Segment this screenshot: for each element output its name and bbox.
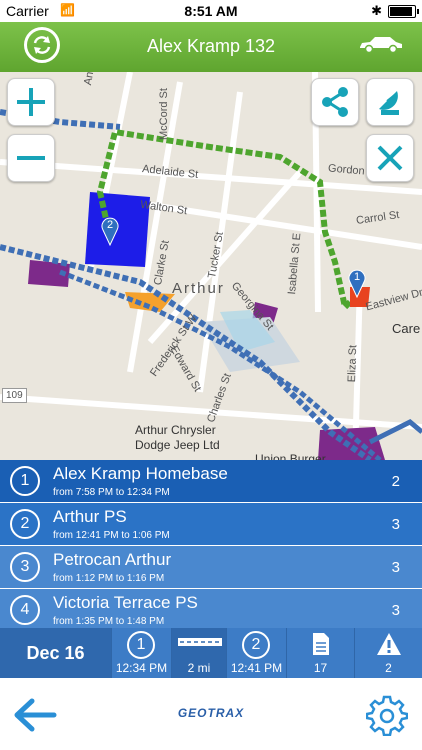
start-time: 12:34 PM — [115, 661, 168, 675]
status-bar: Carrier 📶 8:51 AM ✱ — [0, 0, 422, 22]
end-stop-number: 2 — [242, 631, 270, 659]
close-icon — [377, 145, 403, 171]
stop-count: 2 — [391, 473, 400, 490]
stop-count: 3 — [391, 516, 400, 533]
date-selector[interactable]: Dec 16 — [0, 628, 111, 678]
zoom-in-button[interactable] — [7, 78, 55, 126]
footer: GEOTRAX — [0, 678, 422, 750]
alerts-button[interactable]: 2 — [354, 628, 422, 678]
map-label: Care — [392, 321, 421, 336]
stop-count: 3 — [391, 602, 400, 619]
map-label: McCord St — [158, 88, 170, 140]
share-icon — [322, 87, 348, 117]
map-label: Arthur — [172, 280, 225, 297]
gear-icon — [365, 695, 409, 737]
stop-time: from 1:35 PM to 1:48 PM — [53, 616, 165, 627]
warning-icon — [377, 633, 401, 655]
stop-row[interactable]: 3 Petrocan Arthur from 1:12 PM to 1:16 P… — [0, 546, 422, 588]
document-icon — [313, 633, 329, 655]
stop-name: Petrocan Arthur — [53, 550, 172, 569]
stop-marker-2[interactable]: 2 — [100, 216, 120, 247]
stop-number: 2 — [10, 509, 40, 539]
end-stop-cell[interactable]: 2 12:41 PM — [226, 628, 286, 678]
satellite-icon — [379, 91, 399, 115]
alert-count: 2 — [385, 661, 392, 675]
road-icon — [178, 638, 222, 646]
stop-name: Victoria Terrace PS — [53, 593, 198, 612]
route-map[interactable]: Andrew St McCord St Adelaide St Walton S… — [0, 72, 422, 460]
share-button[interactable] — [311, 78, 359, 126]
stop-number: 4 — [10, 595, 40, 625]
clock: 8:51 AM — [184, 3, 238, 19]
stop-marker-1[interactable]: 1 — [347, 268, 367, 299]
map-label: Arthur Chrysler — [135, 423, 216, 437]
stop-row[interactable]: 1 Alex Kramp Homebase from 7:58 PM to 12… — [0, 460, 422, 502]
start-stop-cell[interactable]: 1 12:34 PM — [111, 628, 171, 678]
stop-list: 1 Alex Kramp Homebase from 7:58 PM to 12… — [0, 460, 422, 628]
battery-icon — [388, 5, 419, 18]
zoom-out-button[interactable] — [7, 134, 55, 182]
map-label: Dodge Jeep Ltd — [135, 438, 220, 452]
trip-date: Dec 16 — [26, 643, 85, 663]
geotrax-logo: GEOTRAX — [177, 706, 245, 720]
stop-time: from 7:58 PM to 12:34 PM — [53, 487, 170, 498]
settings-button[interactable] — [365, 694, 409, 737]
close-map-button[interactable] — [366, 134, 414, 182]
documents-button[interactable]: 17 — [286, 628, 354, 678]
bluetooth-icon: ✱ — [371, 3, 382, 18]
distance-cell[interactable]: 2 mi — [171, 628, 226, 678]
stop-count: 3 — [391, 559, 400, 576]
stop-number: 1 — [10, 466, 40, 496]
document-count: 17 — [313, 661, 328, 675]
stop-time: from 1:12 PM to 1:16 PM — [53, 573, 165, 584]
satellite-button[interactable] — [366, 78, 414, 126]
stop-time: from 12:41 PM to 1:06 PM — [53, 530, 170, 541]
trip-distance: 2 mi — [187, 661, 211, 675]
app-header: Alex Kramp 132 — [0, 22, 422, 72]
stop-number: 3 — [10, 552, 40, 582]
car-icon[interactable] — [358, 35, 404, 58]
trip-summary-bar: Dec 16 1 12:34 PM 2 mi 2 12:41 PM 17 2 — [0, 628, 422, 678]
stop-name: Arthur PS — [53, 507, 127, 526]
stop-name: Alex Kramp Homebase — [53, 464, 228, 483]
stop-row[interactable]: 4 Victoria Terrace PS from 1:35 PM to 1:… — [0, 589, 422, 628]
start-stop-number: 1 — [127, 631, 155, 659]
end-time: 12:41 PM — [230, 661, 283, 675]
map-label: Eliza St — [346, 344, 360, 383]
highway-shield: 109 — [2, 388, 27, 403]
map-label: Union Burger — [255, 452, 326, 460]
stop-row[interactable]: 2 Arthur PS from 12:41 PM to 1:06 PM 3 — [0, 503, 422, 545]
